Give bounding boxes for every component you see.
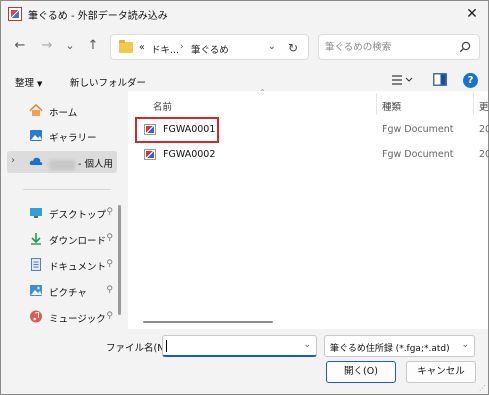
file-type: Fgw Document [382,149,454,160]
desktop-icon [30,208,42,218]
column-header-name-label: 名前 [153,102,173,113]
address-dropdown-icon[interactable]: ⌄ [268,41,276,52]
sidebar-item-label: ダウンロード [49,236,107,247]
sidebar-scrollbar[interactable] [118,205,121,315]
file-type-filter[interactable]: 筆ぐるめ住所録 (*.fga;*.atd) ⌄ [324,335,475,357]
window-title: 筆ぐるめ - 外部データ読み込み [28,11,168,22]
app-icon [8,7,22,21]
navigation-pane: ホーム ギャラリー › - 個人用 デスクトップ ⚲ ダウンロード ⚲ ドキュメ… [1,97,122,329]
recent-locations-button[interactable]: ⌄ [59,35,81,57]
sort-ascending-icon: ⌃ [259,88,266,97]
pin-icon[interactable]: ⚲ [106,311,113,321]
sidebar-item-label: ホーム [49,108,78,119]
dialog-footer: ファイル名(N): ⌄ 筆ぐるめ住所録 (*.fga;*.atd) ⌄ 開く(O… [1,329,488,394]
pin-icon[interactable]: ⚲ [106,285,113,295]
chevron-down-icon: ▼ [37,80,43,88]
breadcrumb-fudegurume[interactable]: 筆ぐるめ [191,42,229,56]
sidebar-item-documents[interactable]: ドキュメント ⚲ [7,254,117,276]
sidebar-item-label: - 個人用 [49,156,113,170]
search-input[interactable] [325,40,455,55]
cloud-icon [29,157,43,165]
help-icon[interactable]: ? [463,73,478,88]
sidebar-item-label: ピクチャ [49,288,87,299]
redacted-account-name [49,159,75,170]
folder-icon [119,40,133,53]
search-box[interactable] [318,34,480,60]
sidebar-item-downloads[interactable]: ダウンロード ⚲ [7,228,117,250]
highlight-box [135,117,219,143]
column-divider[interactable] [376,93,377,115]
open-button[interactable]: 開く(O) [326,361,396,383]
column-header-date[interactable]: 更 [479,99,489,113]
sidebar-item-label: デスクトップ [49,210,107,221]
organize-label: 整理 [15,78,35,89]
close-button[interactable]: ✕ [462,4,482,24]
pictures-icon [30,285,42,296]
address-row: ← → ⌄ ↑ « ドキ... › 筆ぐるめ ⌄ ↻ [1,32,488,62]
filter-label: 筆ぐるめ住所録 (*.fga;*.atd) [330,344,450,354]
sidebar-item-home[interactable]: ホーム [7,100,117,122]
fgw-file-icon [144,149,156,160]
music-icon [30,310,42,323]
refresh-icon[interactable]: ↻ [284,39,302,57]
file-row[interactable]: FGWA0002 Fgw Document 20 [136,144,489,166]
sidebar-item-label: ミュージック [49,314,106,325]
breadcrumb-overflow[interactable]: « [139,42,145,53]
sidebar-item-pictures[interactable]: ピクチャ ⚲ [7,280,117,302]
sidebar-item-desktop[interactable]: デスクトップ ⚲ [7,202,117,224]
sidebar-item-onedrive[interactable]: › - 個人用 [7,151,117,173]
breadcrumb-documents[interactable]: ドキ... [151,42,179,56]
horizontal-scrollbar[interactable] [143,321,273,323]
file-open-dialog: 筆ぐるめ - 外部データ読み込み ✕ ← → ⌄ ↑ « ドキ... › 筆ぐる… [0,0,489,395]
column-header-type[interactable]: 種類 [382,99,401,113]
column-header-name[interactable]: 名前 [153,99,172,113]
cancel-button[interactable]: キャンセル [406,361,476,383]
document-icon [31,258,41,271]
address-bar[interactable]: « ドキ... › 筆ぐるめ ⌄ ↻ [110,34,309,60]
gallery-icon [30,130,42,141]
breadcrumb-separator: › [180,42,184,52]
organize-button[interactable]: 整理 ▼ [15,75,42,89]
preview-pane-icon[interactable] [433,73,447,86]
search-icon[interactable] [459,41,471,53]
sidebar-item-gallery[interactable]: ギャラリー [7,125,117,147]
back-button[interactable]: ← [9,35,31,57]
column-divider[interactable] [473,93,474,115]
up-button[interactable]: ↑ [82,35,104,57]
filename-input[interactable] [167,339,295,353]
divider [23,189,111,190]
filename-field[interactable]: ⌄ [162,335,317,357]
sidebar-item-music[interactable]: ミュージック ⚲ [7,306,117,328]
download-icon [31,233,41,245]
file-date: 20 [479,124,489,135]
home-icon [29,104,43,116]
forward-button[interactable]: → [36,35,58,57]
view-options-icon[interactable] [391,73,415,87]
pin-icon[interactable]: ⚲ [106,207,113,217]
title-bar: 筆ぐるめ - 外部データ読み込み ✕ [1,1,488,28]
sidebar-item-onedrive-label: - 個人用 [78,159,113,170]
file-type: Fgw Document [382,124,454,135]
chevron-down-icon[interactable]: ⌄ [303,340,311,350]
sidebar-item-label: ギャラリー [49,133,97,144]
sidebar-item-label: ドキュメント [49,262,107,273]
resize-grip-icon[interactable]: ⋰ [479,384,486,392]
expand-icon[interactable]: › [11,155,15,166]
file-date: 20 [479,149,489,160]
new-folder-button[interactable]: 新しいフォルダー [70,75,146,89]
chevron-down-icon: ⌄ [461,340,469,350]
file-name: FGWA0002 [163,149,216,160]
pin-icon[interactable]: ⚲ [106,233,113,243]
pin-icon[interactable]: ⚲ [106,259,113,269]
